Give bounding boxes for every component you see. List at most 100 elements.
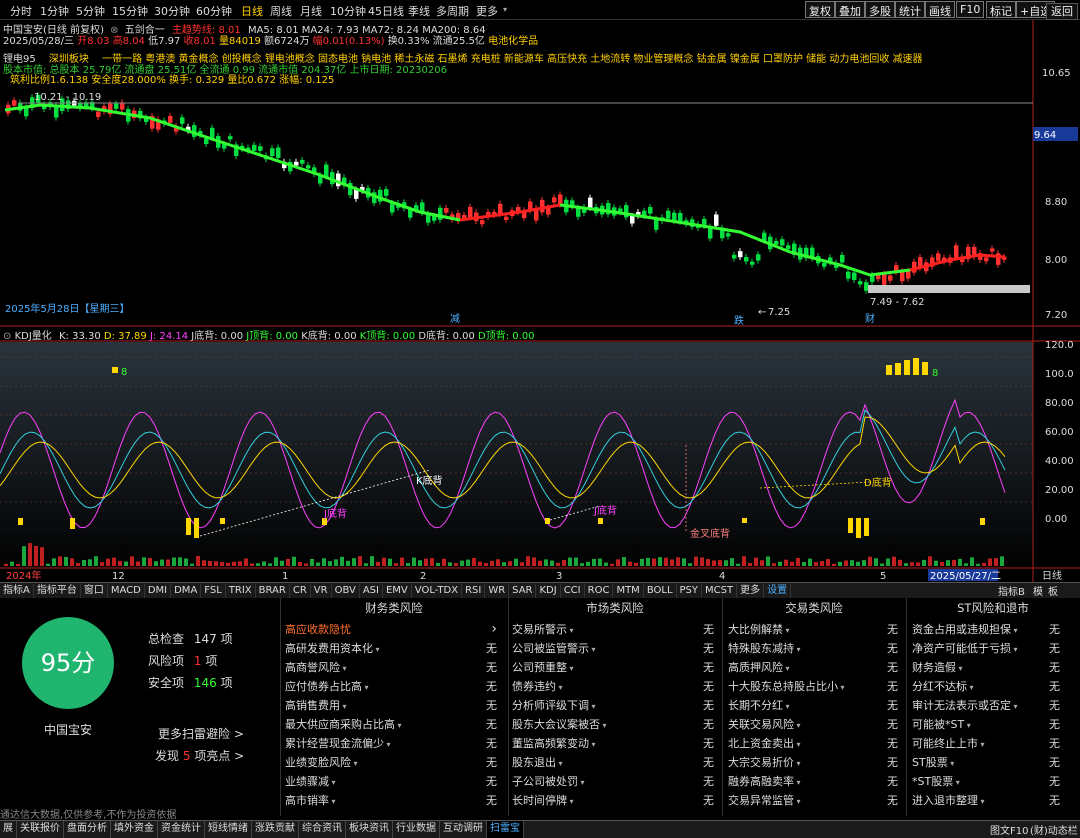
- risk-item[interactable]: 特殊股东减持 ▾ 无: [728, 639, 898, 658]
- tab-psy[interactable]: PSY: [677, 584, 703, 599]
- chevron-down-icon[interactable]: ▾: [503, 5, 507, 14]
- risk-item[interactable]: 股东大会议案被否 ▾ 无: [512, 715, 714, 734]
- tab-wr[interactable]: WR: [485, 584, 510, 599]
- risk-item[interactable]: 累计经营现金流偏少 ▾ 无: [285, 734, 497, 753]
- chevron-down-icon[interactable]: ▾: [783, 702, 790, 711]
- chevron-down-icon[interactable]: ▾: [567, 626, 574, 635]
- chevron-down-icon[interactable]: ▾: [794, 759, 801, 768]
- risk-item[interactable]: 财务造假 ▾ 无: [912, 658, 1060, 677]
- status-market-analysis[interactable]: 盘面分析: [64, 821, 111, 838]
- risk-item[interactable]: 股东退出 ▾ 无: [512, 753, 714, 772]
- tab-dmi[interactable]: DMI: [145, 584, 172, 599]
- tab-vol-tdx[interactable]: VOL-TDX: [412, 584, 463, 599]
- chevron-down-icon[interactable]: ▾: [794, 740, 801, 749]
- chevron-right-icon[interactable]: ›: [491, 620, 497, 639]
- chevron-down-icon[interactable]: ▾: [1011, 626, 1018, 635]
- chevron-down-icon[interactable]: ▾: [956, 664, 963, 673]
- tab-daily[interactable]: 日线: [241, 3, 263, 19]
- tab-indicator-platform[interactable]: 指标平台: [34, 584, 81, 599]
- status-short-sentiment[interactable]: 短线情绪: [205, 821, 252, 838]
- chevron-down-icon[interactable]: ▾: [373, 645, 380, 654]
- tab-more-indicators[interactable]: 更多: [737, 584, 765, 599]
- risk-item[interactable]: 高市销率 ▾ 无: [285, 791, 497, 810]
- risk-item[interactable]: 业绩骤减 ▾ 无: [285, 772, 497, 791]
- chevron-down-icon[interactable]: ▾: [964, 721, 971, 730]
- risk-item[interactable]: 交易所警示 ▾ 无: [512, 620, 714, 639]
- status-industry-data[interactable]: 行业数据: [393, 821, 440, 838]
- tab-mtm[interactable]: MTM: [613, 584, 644, 599]
- tab-indicator-a[interactable]: 指标A: [0, 584, 34, 599]
- tab-mcst[interactable]: MCST: [702, 584, 738, 599]
- status-related-quotes[interactable]: 关联报价: [17, 821, 64, 838]
- chevron-down-icon[interactable]: ▾: [589, 645, 596, 654]
- tab-boll[interactable]: BOLL: [644, 584, 677, 599]
- tab-multi-period[interactable]: 多周期: [436, 3, 469, 19]
- status-mine-scan[interactable]: 扫雷宝: [487, 821, 524, 838]
- risk-item[interactable]: 资金占用或违规担保 ▾ 无: [912, 620, 1060, 639]
- tab-template[interactable]: 模: [1033, 583, 1043, 598]
- risk-item[interactable]: 子公司被处罚 ▾ 无: [512, 772, 714, 791]
- risk-item[interactable]: 应付债券占比高 ▾ 无: [285, 677, 497, 696]
- settings-icon[interactable]: ⊙: [3, 331, 11, 342]
- risk-item[interactable]: 公司被监管警示 ▾ 无: [512, 639, 714, 658]
- tab-trix[interactable]: TRIX: [226, 584, 256, 599]
- tab-monthly[interactable]: 月线: [300, 3, 322, 19]
- risk-item[interactable]: 高商誉风险 ▾ 无: [285, 658, 497, 677]
- chevron-down-icon[interactable]: ▾: [395, 721, 402, 730]
- status-f10[interactable]: 图文F10: [990, 822, 1028, 837]
- status-sector-news[interactable]: 板块资讯: [346, 821, 393, 838]
- status-contribution[interactable]: 涨跌贡献: [252, 821, 299, 838]
- status-interaction[interactable]: 互动调研: [440, 821, 487, 838]
- chevron-down-icon[interactable]: ▾: [329, 778, 336, 787]
- risk-item[interactable]: *ST股票 ▾ 无: [912, 772, 1060, 791]
- risk-item[interactable]: 净资产可能低于亏损 ▾ 无: [912, 639, 1060, 658]
- chevron-down-icon[interactable]: ▾: [351, 759, 358, 768]
- chevron-down-icon[interactable]: ▾: [1011, 645, 1018, 654]
- tab-minute[interactable]: 分时: [10, 3, 32, 19]
- chevron-down-icon[interactable]: ▾: [967, 683, 974, 692]
- risk-item[interactable]: 高质押风险 ▾ 无: [728, 658, 898, 677]
- chevron-down-icon[interactable]: ▾: [978, 740, 985, 749]
- risk-item[interactable]: 高研发费用资本化 ▾ 无: [285, 639, 497, 658]
- chevron-down-icon[interactable]: ▾: [978, 797, 985, 806]
- chevron-down-icon[interactable]: ▾: [362, 683, 369, 692]
- chevron-down-icon[interactable]: ▾: [556, 683, 563, 692]
- chevron-down-icon[interactable]: ▾: [953, 778, 960, 787]
- more-scan-link[interactable]: 更多扫雷避险 >: [158, 725, 244, 742]
- risk-item[interactable]: 大比例解禁 ▾ 无: [728, 620, 898, 639]
- tab-sar[interactable]: SAR: [509, 584, 537, 599]
- chevron-down-icon[interactable]: ▾: [384, 740, 391, 749]
- back-button[interactable]: 返回: [1046, 3, 1078, 20]
- overlay-button[interactable]: 叠加: [835, 1, 865, 18]
- tab-45day[interactable]: 45日线: [368, 3, 404, 19]
- tab-asi[interactable]: ASI: [360, 584, 383, 599]
- tab-more[interactable]: 更多: [476, 3, 498, 19]
- risk-item[interactable]: 大宗交易折价 ▾ 无: [728, 753, 898, 772]
- tab-macd[interactable]: MACD: [108, 584, 145, 599]
- status-foreign-capital[interactable]: 填外资金: [111, 821, 158, 838]
- tab-window[interactable]: 窗口: [81, 584, 108, 599]
- risk-item[interactable]: 董监高频繁变动 ▾ 无: [512, 734, 714, 753]
- risk-item[interactable]: 业绩变脸风险 ▾ 无: [285, 753, 497, 772]
- tab-board[interactable]: 板: [1048, 583, 1058, 598]
- chevron-down-icon[interactable]: ▾: [567, 664, 574, 673]
- mark-button[interactable]: 标记: [986, 1, 1016, 18]
- risk-item[interactable]: 高销售费用 ▾ 无: [285, 696, 497, 715]
- risk-item[interactable]: 公司预重整 ▾ 无: [512, 658, 714, 677]
- tab-cci[interactable]: CCI: [561, 584, 585, 599]
- chevron-down-icon[interactable]: ▾: [578, 778, 585, 787]
- chevron-down-icon[interactable]: ▾: [948, 759, 954, 768]
- chevron-down-icon[interactable]: ▾: [340, 702, 347, 711]
- risk-item[interactable]: 融券高融卖率 ▾ 无: [728, 772, 898, 791]
- adjust-button[interactable]: 复权: [805, 1, 835, 18]
- tab-settings[interactable]: 设置: [764, 584, 792, 599]
- status-fund-stats[interactable]: 资金统计: [158, 821, 205, 838]
- highlight-link[interactable]: 发现 5 项亮点 >: [155, 747, 244, 764]
- risk-item[interactable]: 十大股东总持股占比小 ▾ 无: [728, 677, 898, 696]
- risk-item[interactable]: ST股票 ▾ 无: [912, 753, 1060, 772]
- tab-60min[interactable]: 60分钟: [196, 3, 232, 19]
- draw-line-button[interactable]: 画线: [925, 1, 955, 18]
- chevron-down-icon[interactable]: ▾: [794, 797, 801, 806]
- risk-item[interactable]: 可能被*ST ▾ 无: [912, 715, 1060, 734]
- chevron-down-icon[interactable]: ▾: [589, 740, 596, 749]
